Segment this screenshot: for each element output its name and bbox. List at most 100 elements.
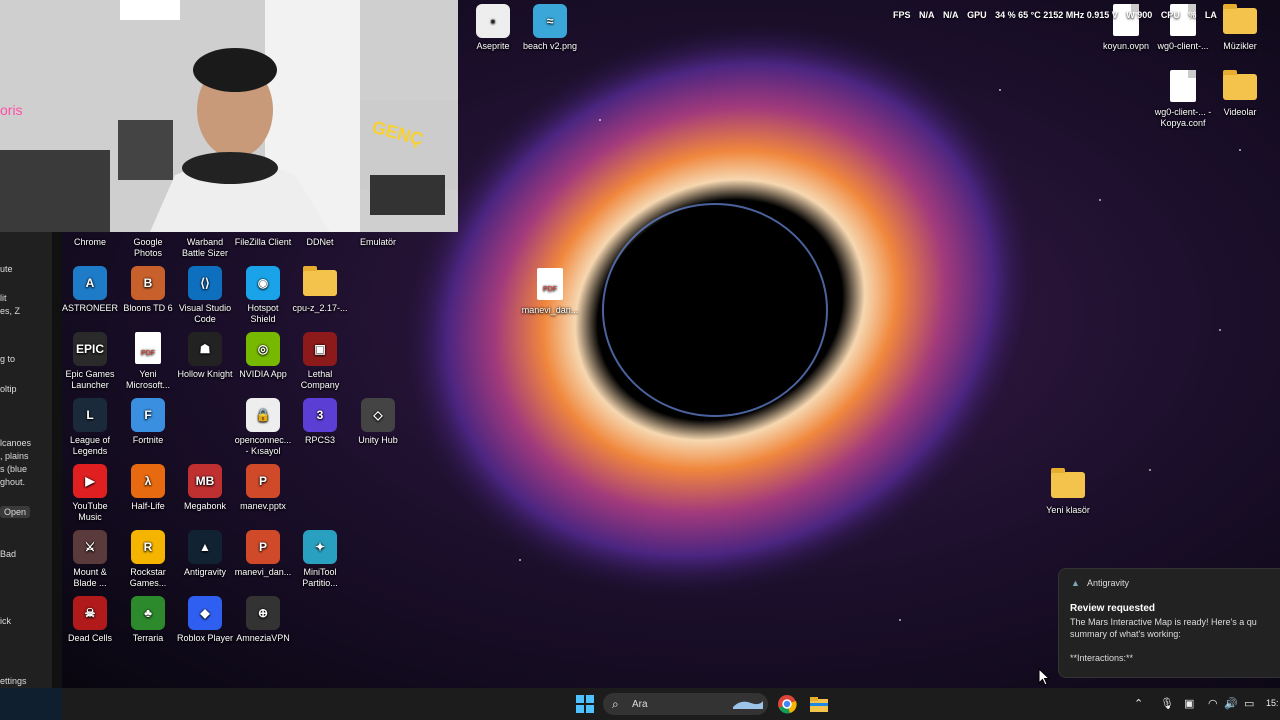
desktop-icon-megabonk[interactable]: MB Megabonk: [176, 464, 234, 512]
folder-icon: [303, 266, 337, 296]
desktop-icon-minitool-partitio[interactable]: ✦ MiniTool Partitio...: [291, 530, 349, 589]
dead-cells-icon: ☠: [73, 596, 107, 630]
desktop-icon-label: Terraria: [132, 633, 164, 643]
desktop-icon-label: Unity Hub: [358, 435, 398, 445]
antigravity-icon: ▲: [1071, 578, 1080, 588]
visual-studio-code-icon: ⟨⟩: [188, 266, 222, 300]
side-panel-text: g to: [0, 354, 16, 364]
notification-app-name: Antigravity: [1087, 578, 1130, 588]
desktop-icon-label: Epic Games Launcher: [65, 369, 115, 390]
side-panel-text: ute: [0, 264, 13, 274]
desktop-icon-label: Yeni klasör: [1046, 505, 1090, 515]
open-button[interactable]: Open: [0, 506, 31, 518]
taskbar-search[interactable]: ⌕ Ara: [603, 693, 768, 715]
notification-toast[interactable]: ▲ Antigravity Review requested The Mars …: [1058, 568, 1280, 678]
desktop-icon-rockstar-games[interactable]: R Rockstar Games...: [119, 530, 177, 589]
desktop-icon-youtube-music[interactable]: ▶ YouTube Music: [61, 464, 119, 523]
desktop-icon-label: Emulatör: [359, 237, 396, 247]
desktop-icon-cpu-z-2-17[interactable]: cpu-z_2.17-...: [291, 266, 349, 314]
fps-value-2: N/A: [943, 10, 959, 20]
desktop-icon-label: Yeni Microsoft...: [125, 369, 170, 390]
desktop-icon-hollow-knight[interactable]: ☗ Hollow Knight: [176, 332, 234, 380]
desktop-icon-label: ASTRONEER: [61, 303, 118, 313]
overlay-extra: LA: [1204, 10, 1217, 20]
desktop-icon-label: cpu-z_2.17-...: [292, 303, 348, 313]
desktop-icon-label: NVIDIA App: [239, 369, 287, 379]
desktop-icon-videolar[interactable]: Videolar: [1211, 70, 1269, 118]
roblox-player-icon: ◆: [188, 596, 222, 630]
desktop-icon-label: Chrome: [73, 237, 106, 247]
fortnite-icon: F: [131, 398, 165, 432]
file-icon: [1170, 4, 1196, 36]
desktop-icon-label: beach v2.png: [522, 41, 578, 51]
desktop-icon-fortnite[interactable]: F Fortnite: [119, 398, 177, 446]
desktop-icon-league-of-legends[interactable]: L League of Legends: [61, 398, 119, 457]
rpcs3-icon: 3: [303, 398, 337, 432]
desktop-icon-yeni-klas-r[interactable]: Yeni klasör: [1039, 468, 1097, 516]
chrome-icon[interactable]: [776, 693, 798, 715]
desktop-icon-label: Lethal Company: [300, 369, 340, 390]
battery-icon[interactable]: ▭: [1244, 697, 1254, 710]
desktop-icon-nvidia-app[interactable]: ◎ NVIDIA App: [234, 332, 292, 380]
desktop-icon-visual-studio-code[interactable]: ⟨⟩ Visual Studio Code: [176, 266, 234, 325]
antigravity-icon: ▲: [188, 530, 222, 564]
desktop-icon-label: Google Photos: [133, 237, 163, 258]
side-panel-text: ghout.: [0, 477, 26, 487]
bloons-td-6-icon: B: [131, 266, 165, 300]
side-panel-text: lcanoes: [0, 438, 32, 448]
clock[interactable]: 15:: [1266, 698, 1279, 708]
side-panel-text: , plains: [0, 451, 29, 461]
astroneer-icon: A: [73, 266, 107, 300]
desktop-icon-label: FileZilla Client: [234, 237, 292, 247]
gpu-label: GPU: [967, 10, 987, 20]
beach-v2-png-icon: ≈: [533, 4, 567, 38]
desktop-icon-terraria[interactable]: ♣ Terraria: [119, 596, 177, 644]
desktop-icon-manevi-dan[interactable]: PDF manevi_dan...: [521, 268, 579, 316]
desktop-icon-manev-pptx[interactable]: Pmanev.pptx: [234, 464, 292, 512]
desktop-icon-manevi-dan[interactable]: Pmanevi_dan...: [234, 530, 292, 578]
desktop-icon-hotspot-shield[interactable]: ◉ Hotspot Shield: [234, 266, 292, 325]
desktop-icon-dead-cells[interactable]: ☠ Dead Cells: [61, 596, 119, 644]
chevron-up-icon[interactable]: ⌃: [1134, 697, 1143, 710]
desktop-icon-label: RPCS3: [304, 435, 335, 445]
desktop-icon-openconnec-k-sayol[interactable]: 🔒 openconnec... - Kısayol: [234, 398, 292, 457]
search-placeholder: Ara: [632, 699, 648, 710]
desktop-icon-aseprite[interactable]: ▪ Aseprite: [464, 4, 522, 52]
desktop-icon-label: wg0-client-... - Kopya.conf: [1154, 107, 1212, 128]
desktop-icon-beach-v2-png[interactable]: ≈ beach v2.png: [521, 4, 579, 52]
desktop-icon-label: Half-Life: [131, 501, 165, 511]
desktop-icon-label: Warband Battle Sizer: [181, 237, 229, 258]
desktop-icon-bloons-td-6[interactable]: B Bloons TD 6: [119, 266, 177, 314]
desktop-icon-roblox-player[interactable]: ◆ Roblox Player: [176, 596, 234, 644]
desktop-icon-yeni-microsoft[interactable]: PDF Yeni Microsoft...: [119, 332, 177, 391]
wifi-icon[interactable]: ◠: [1208, 697, 1218, 710]
manevi-dan-icon: P: [246, 530, 280, 564]
notification-body: The Mars Interactive Map is ready! Here'…: [1070, 617, 1257, 663]
aseprite-icon: ▪: [476, 4, 510, 38]
desktop-icon-rpcs3[interactable]: 3 RPCS3: [291, 398, 349, 446]
desktop-icon-astroneer[interactable]: A ASTRONEER: [61, 266, 119, 314]
epic-games-launcher-icon: EPIC: [73, 332, 107, 366]
rockstar-games-icon: R: [131, 530, 165, 564]
microphone-icon[interactable]: 🎙: [1160, 697, 1174, 710]
league-of-legends-icon: L: [73, 398, 107, 432]
cpu-value: %: [1188, 10, 1197, 20]
desktop-icon-amneziavpn[interactable]: ⊕ AmneziaVPN: [234, 596, 292, 644]
desktop-icon-half-life[interactable]: λ Half-Life: [119, 464, 177, 512]
pdf-icon: PDF: [135, 332, 161, 364]
desktop-icon-label: Videolar: [1223, 107, 1257, 117]
desktop-icon-label: Bloons TD 6: [123, 303, 173, 313]
youtube-music-icon: ▶: [73, 464, 107, 498]
desktop-icon-epic-games-launcher[interactable]: EPIC Epic Games Launcher: [61, 332, 119, 391]
tray-app-icon[interactable]: ▣: [1184, 697, 1194, 710]
desktop-icon-lethal-company[interactable]: ▣ Lethal Company: [291, 332, 349, 391]
start-menu-icon[interactable]: [574, 693, 596, 715]
desktop-icon-unity-hub[interactable]: ◇ Unity Hub: [349, 398, 407, 446]
side-panel-text: s (blue: [0, 464, 28, 474]
megabonk-icon: MB: [188, 464, 222, 498]
desktop-icon-mount-blade[interactable]: ⚔ Mount & Blade ...: [61, 530, 119, 589]
file-explorer-icon[interactable]: [808, 693, 830, 715]
volume-icon[interactable]: 🔊: [1224, 697, 1238, 710]
desktop-icon-antigravity[interactable]: ▲ Antigravity: [176, 530, 234, 578]
desktop-icon-wg0-client-kopya-conf[interactable]: wg0-client-... - Kopya.conf: [1154, 70, 1212, 129]
